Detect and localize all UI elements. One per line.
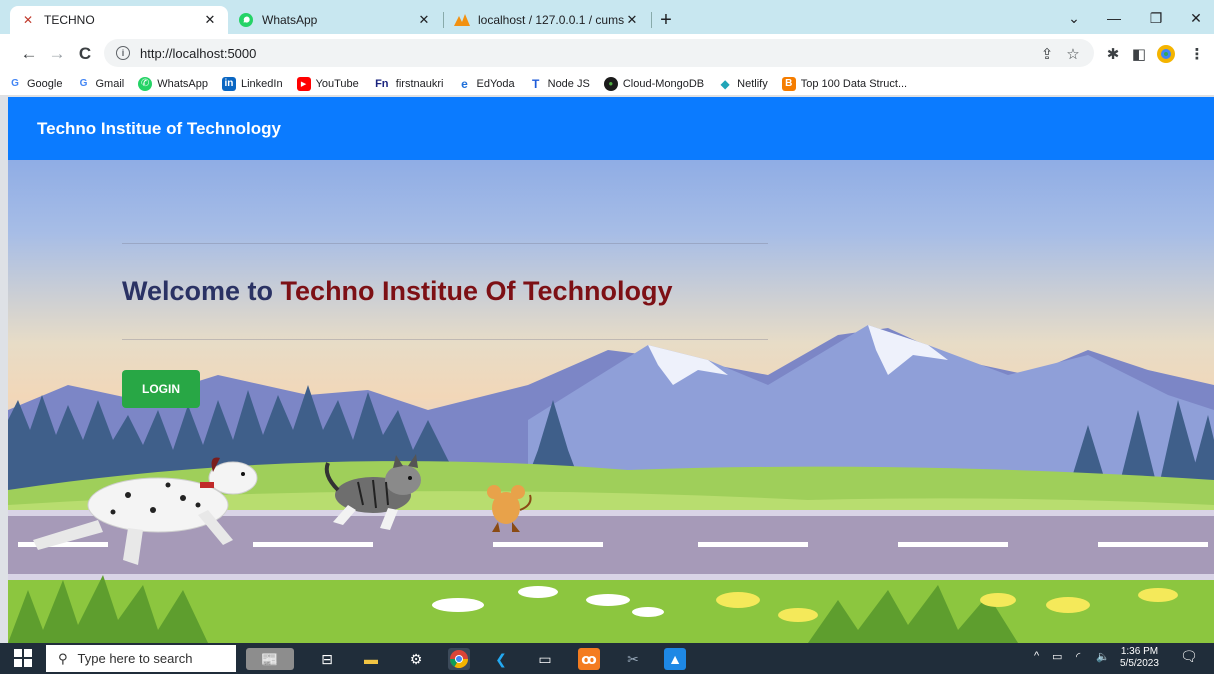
wifi-icon[interactable]: ◜	[1076, 650, 1080, 663]
welcome-heading: Welcome to Techno Institue Of Technology	[122, 276, 768, 307]
forward-arrow-icon[interactable]: →	[46, 43, 68, 65]
side-panel-icon[interactable]: ◧	[1128, 43, 1150, 65]
close-tab-icon[interactable]: ✕	[624, 12, 640, 28]
landscape-background: Welcome to Techno Institue Of Technology…	[8, 160, 1214, 643]
volume-icon[interactable]: 🔈	[1096, 650, 1110, 663]
chrome-menu-icon[interactable]: ⋮	[1186, 43, 1208, 65]
settings-gear-icon[interactable]: ⚙	[405, 648, 427, 670]
search-icon: ⚲	[58, 650, 68, 666]
share-icon[interactable]: ⇪	[1036, 43, 1058, 65]
whatsapp-icon: ✆	[138, 76, 153, 91]
nodejs-icon: T	[531, 76, 540, 91]
battery-icon[interactable]: ▭	[1052, 650, 1062, 663]
windows-taskbar: ⚲ Type here to search 📰 ⊟ ▬ ⚙ ❮ ▭ ꝏ ✂ ▲ …	[0, 643, 1214, 674]
divider	[122, 339, 768, 340]
tab-title: WhatsApp	[262, 13, 318, 27]
welcome-jumbotron: Welcome to Techno Institue Of Technology	[122, 243, 768, 340]
close-window-icon[interactable]: ✕	[1178, 6, 1214, 30]
search-placeholder: Type here to search	[77, 651, 193, 666]
chrome-taskbar-icon[interactable]	[448, 648, 470, 670]
notifications-icon[interactable]: 🗨	[1180, 648, 1198, 665]
bookmark-edyoda[interactable]: e EdYoda	[457, 77, 514, 91]
bookmark-firstnaukri[interactable]: Fn firstnaukri	[373, 77, 443, 91]
youtube-icon: ▶	[296, 76, 311, 91]
search-highlights-icon[interactable]: 📰	[246, 648, 294, 670]
blogger-icon: B	[781, 76, 796, 91]
address-bar[interactable]: i http://localhost:5000	[104, 39, 1094, 67]
clock-date: 5/5/2023	[1120, 658, 1159, 669]
clock-time: 1:36 PM	[1120, 646, 1159, 657]
show-hidden-icons-icon[interactable]: ^	[1034, 650, 1039, 662]
bookmark-nodejs[interactable]: T Node JS	[529, 77, 590, 91]
close-tab-icon[interactable]: ✕	[416, 12, 432, 28]
taskbar-search-input[interactable]: ⚲ Type here to search	[46, 645, 236, 672]
phpmyadmin-icon	[454, 12, 470, 28]
bookmarks-bar: G Google G Gmail ✆ WhatsApp in LinkedIn ▶ You…	[0, 72, 1214, 96]
xampp-icon[interactable]: ꝏ	[578, 648, 600, 670]
vscode-icon[interactable]: ❮	[490, 648, 512, 670]
netlify-icon: ◆	[720, 76, 730, 91]
bookmark-star-icon[interactable]: ☆	[1062, 43, 1084, 65]
divider	[122, 243, 768, 244]
bookmark-cloud-mongodb[interactable]: ● Cloud-MongoDB	[603, 76, 704, 91]
tab-search-icon[interactable]: ⌄	[1056, 6, 1092, 30]
bookmark-gmail[interactable]: G Gmail	[76, 77, 125, 91]
navbar-brand[interactable]: Techno Institue of Technology	[37, 119, 281, 139]
tab-whatsapp[interactable]: WhatsApp ✕	[228, 6, 442, 34]
terminal-icon[interactable]: ▭	[534, 648, 556, 670]
tab-title: TECHNO	[44, 13, 95, 27]
system-clock[interactable]: 1:36 PM 5/5/2023	[1120, 646, 1159, 670]
bookmark-youtube[interactable]: ▶ YouTube	[296, 76, 359, 91]
snipping-tool-icon[interactable]: ✂	[622, 648, 644, 670]
back-arrow-icon[interactable]: ←	[18, 43, 40, 65]
google-icon: G	[11, 78, 19, 89]
browser-tab-strip: ✕ TECHNO ✕ WhatsApp ✕ localhost / 127.0.…	[0, 0, 1214, 34]
file-explorer-icon[interactable]: ▬	[360, 648, 382, 670]
tab-title: localhost / 127.0.0.1 / cumsdbms	[478, 13, 624, 27]
linkedin-icon: in	[221, 76, 236, 91]
whatsapp-icon	[238, 12, 254, 28]
windows-start-icon[interactable]	[14, 649, 34, 669]
bookmark-google[interactable]: G Google	[8, 77, 62, 91]
bookmark-top-100-data-struct[interactable]: B Top 100 Data Struct...	[781, 76, 907, 91]
url-text: http://localhost:5000	[140, 45, 257, 61]
login-button[interactable]: LOGIN	[122, 370, 200, 408]
site-info-icon[interactable]: i	[116, 46, 130, 60]
bookmark-whatsapp[interactable]: ✆ WhatsApp	[138, 76, 208, 91]
photos-icon[interactable]: ▲	[664, 648, 686, 670]
reload-icon[interactable]: C	[74, 43, 96, 65]
web-page: Techno Institue of Technology Welcome to…	[8, 97, 1214, 643]
new-tab-button[interactable]: +	[655, 9, 677, 31]
minimize-icon[interactable]: —	[1096, 6, 1132, 30]
task-view-icon[interactable]: ⊟	[316, 648, 338, 670]
site-navbar: Techno Institue of Technology	[8, 97, 1214, 160]
restore-icon[interactable]: ❐	[1138, 6, 1174, 30]
tab-separator	[651, 12, 652, 28]
firstnaukri-icon: Fn	[375, 77, 389, 90]
welcome-institute-name: Techno Institue Of Technology	[280, 276, 673, 306]
browser-toolbar: ← → C i http://localhost:5000 ⇪ ☆ ✱ ◧ ⋮	[0, 34, 1214, 72]
bookmark-linkedin[interactable]: in LinkedIn	[221, 76, 283, 91]
profile-avatar[interactable]	[1155, 43, 1177, 65]
edyoda-icon: e	[461, 76, 468, 91]
mongodb-icon: ●	[603, 76, 618, 91]
google-icon: G	[79, 78, 88, 89]
techno-favicon-icon: ✕	[22, 13, 34, 27]
tab-phpmyadmin[interactable]: localhost / 127.0.0.1 / cumsdbms ✕	[444, 6, 650, 34]
bookmark-netlify[interactable]: ◆ Netlify	[718, 77, 768, 91]
extensions-puzzle-icon[interactable]: ✱	[1102, 43, 1124, 65]
welcome-prefix: Welcome to	[122, 276, 274, 306]
close-tab-icon[interactable]: ✕	[202, 12, 218, 28]
tab-techno[interactable]: ✕ TECHNO ✕	[10, 6, 228, 34]
